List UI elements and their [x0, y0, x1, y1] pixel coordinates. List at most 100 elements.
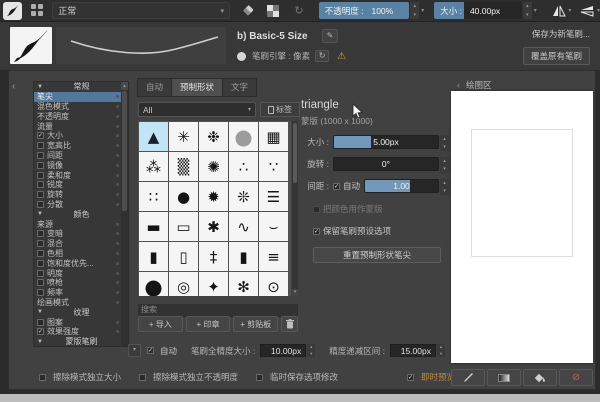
footer-option-临时保存选项修改[interactable]: 临时保存选项修改 — [256, 371, 338, 383]
save-new-brush-button[interactable]: 保存为新笔刷... — [532, 28, 590, 40]
preserve-alpha-button[interactable] — [266, 3, 282, 19]
option-checkbox[interactable] — [37, 230, 44, 238]
brush-tip-cell-16[interactable]: ▭ — [169, 212, 198, 241]
option-checkbox[interactable] — [37, 171, 44, 179]
option-checkbox[interactable] — [37, 191, 44, 199]
scratchpad-collapse-icon[interactable]: ‹ — [457, 80, 460, 90]
tip-button-印章[interactable]: + 印章 — [185, 316, 231, 332]
tip-rotation-spinner[interactable]: ▴ ▾ — [440, 157, 449, 173]
reset-tip-button[interactable]: 重置预制形状笔尖 — [313, 247, 441, 263]
footer-option-擦除模式独立不透明度[interactable]: 擦除模式独立不透明度 — [139, 371, 238, 383]
footer-checkbox[interactable] — [39, 373, 46, 381]
overwrite-brush-button[interactable]: 覆盖原有笔刷 — [522, 47, 590, 65]
tip-size-slider[interactable]: 5.00px — [333, 135, 439, 149]
option-checkbox[interactable] — [37, 269, 44, 277]
scratchpad-canvas[interactable] — [451, 91, 593, 363]
brush-tip-cell-9[interactable]: ∵ — [259, 152, 288, 181]
tip-button-剪贴板[interactable]: + 剪贴板 — [233, 316, 279, 332]
keep-preset-option[interactable]: 保留笔刷预设选项 — [313, 225, 449, 237]
footer-option-擦除模式独立大小[interactable]: 擦除模式独立大小 — [39, 371, 121, 383]
brush-editor-toggle-button[interactable] — [3, 1, 22, 20]
option-checkbox[interactable] — [37, 200, 44, 208]
tip-spacing-spinner[interactable]: ▴ ▾ — [440, 179, 449, 195]
brush-presets-icon[interactable] — [30, 4, 44, 17]
use-color-mask-option[interactable]: 把颜色用作蒙版 — [313, 203, 449, 215]
tab-自动[interactable]: 自动 — [137, 78, 172, 97]
footer-checkbox[interactable] — [139, 373, 147, 381]
brush-tip-cell-23[interactable]: ▮ — [229, 242, 258, 271]
scroll-down-icon[interactable]: ▾ — [292, 289, 298, 296]
brush-tip-cell-29[interactable]: ⊙ — [259, 272, 288, 296]
precision-auto-checkbox[interactable] — [147, 347, 154, 354]
option-checkbox[interactable] — [37, 161, 44, 169]
brush-tip-cell-13[interactable]: ❊ — [229, 182, 258, 211]
opacity-options-arrow[interactable]: ▾ — [421, 7, 424, 14]
delete-tip-button[interactable] — [281, 316, 299, 332]
brush-tip-cell-20[interactable]: ▮ — [139, 242, 168, 271]
reload-engine-button[interactable]: ↻ — [315, 50, 330, 62]
instant-preview-option[interactable]: 即时预览 — [407, 371, 455, 383]
brush-tip-cell-7[interactable]: ✺ — [199, 152, 228, 181]
option-checkbox[interactable] — [37, 279, 44, 287]
size-spinner[interactable]: ▴ ▾ — [522, 2, 532, 19]
grid-scrollbar[interactable]: ▾ — [292, 121, 298, 296]
scratchpad-reset-button[interactable]: ⊘ — [559, 369, 593, 386]
collapse-panel-button[interactable]: ‹ — [12, 81, 15, 92]
reload-preset-button[interactable]: ↻ — [291, 3, 307, 19]
brush-tip-cell-10[interactable]: ∷ — [139, 182, 168, 211]
size-options-arrow[interactable]: ▾ — [534, 7, 537, 14]
tip-size-spinner[interactable]: ▴ ▾ — [440, 135, 449, 151]
tip-search-input[interactable] — [138, 303, 298, 317]
rename-preset-button[interactable]: ✎ — [322, 29, 338, 43]
fade-spinner[interactable]: ▴ ▾ — [436, 344, 445, 357]
opacity-slider[interactable]: 不透明度 : 100% — [318, 2, 410, 19]
brush-tip-cell-24[interactable]: ≡ — [259, 242, 288, 271]
instant-preview-checkbox[interactable] — [407, 373, 414, 381]
option-checkbox[interactable] — [37, 328, 44, 336]
brush-tip-cell-11[interactable]: ● — [169, 182, 198, 211]
keep-preset-checkbox[interactable] — [313, 227, 320, 235]
brush-tip-cell-15[interactable]: ▬ — [139, 212, 168, 241]
scroll-up-icon[interactable]: ▴ — [121, 82, 128, 90]
options-scrollbar[interactable]: ▴ — [121, 82, 128, 346]
grid-scrollbar-thumb[interactable] — [293, 123, 297, 183]
opacity-spinner[interactable]: ▴ ▾ — [410, 2, 420, 19]
option-checkbox[interactable] — [37, 181, 44, 189]
brush-tip-cell-3[interactable]: ● — [229, 122, 258, 151]
scrollbar-thumb[interactable] — [122, 91, 127, 211]
brush-tip-cell-5[interactable]: ⁂ — [139, 152, 168, 181]
footer-checkbox[interactable] — [256, 373, 264, 381]
tag-button[interactable]: 标签 — [260, 102, 300, 117]
tip-button-导入[interactable]: + 导入 — [138, 316, 183, 332]
brush-tip-cell-18[interactable]: ∿ — [229, 212, 258, 241]
option-checkbox[interactable] — [37, 259, 44, 267]
option-checkbox[interactable] — [37, 151, 44, 159]
tip-spacing-slider[interactable]: 1.00 — [364, 179, 439, 193]
brush-tip-cell-21[interactable]: ▯ — [169, 242, 198, 271]
brush-tip-cell-12[interactable]: ✹ — [199, 182, 228, 211]
brush-tip-cell-17[interactable]: ✱ — [199, 212, 228, 241]
brush-tip-cell-28[interactable]: ✻ — [229, 272, 258, 296]
fade-value[interactable]: 15.00px — [389, 344, 436, 357]
size-slider[interactable]: 大小 : 40.00px — [434, 2, 522, 19]
mirror-horizontal-button[interactable] — [551, 3, 567, 19]
brush-tip-cell-14[interactable]: ☰ — [259, 182, 288, 211]
option-checkbox[interactable] — [37, 289, 44, 297]
option-checkbox[interactable] — [37, 318, 44, 326]
scratchpad-paint-button[interactable] — [451, 369, 485, 386]
brush-tip-cell-8[interactable]: ∴ — [229, 152, 258, 181]
brush-tip-cell-1[interactable]: ✳ — [169, 122, 198, 151]
tab-预制形状[interactable]: 预制形状 — [171, 78, 223, 97]
option-checkbox[interactable] — [37, 132, 44, 140]
mirror-vertical-button[interactable] — [579, 3, 595, 19]
option-checkbox[interactable] — [37, 249, 44, 257]
use-color-mask-checkbox[interactable] — [313, 205, 320, 213]
precision-combo[interactable]: ▾ — [128, 344, 141, 357]
brush-tip-cell-19[interactable]: ⌣ — [259, 212, 288, 241]
option-checkbox[interactable] — [37, 240, 44, 248]
scratchpad-gradient-button[interactable] — [487, 369, 521, 386]
tip-rotation-field[interactable]: 0° — [333, 157, 439, 171]
brush-tip-cell-22[interactable]: ‡ — [199, 242, 228, 271]
option-checkbox[interactable] — [37, 142, 44, 150]
full-size-spinner[interactable]: ▴ ▾ — [307, 344, 316, 357]
